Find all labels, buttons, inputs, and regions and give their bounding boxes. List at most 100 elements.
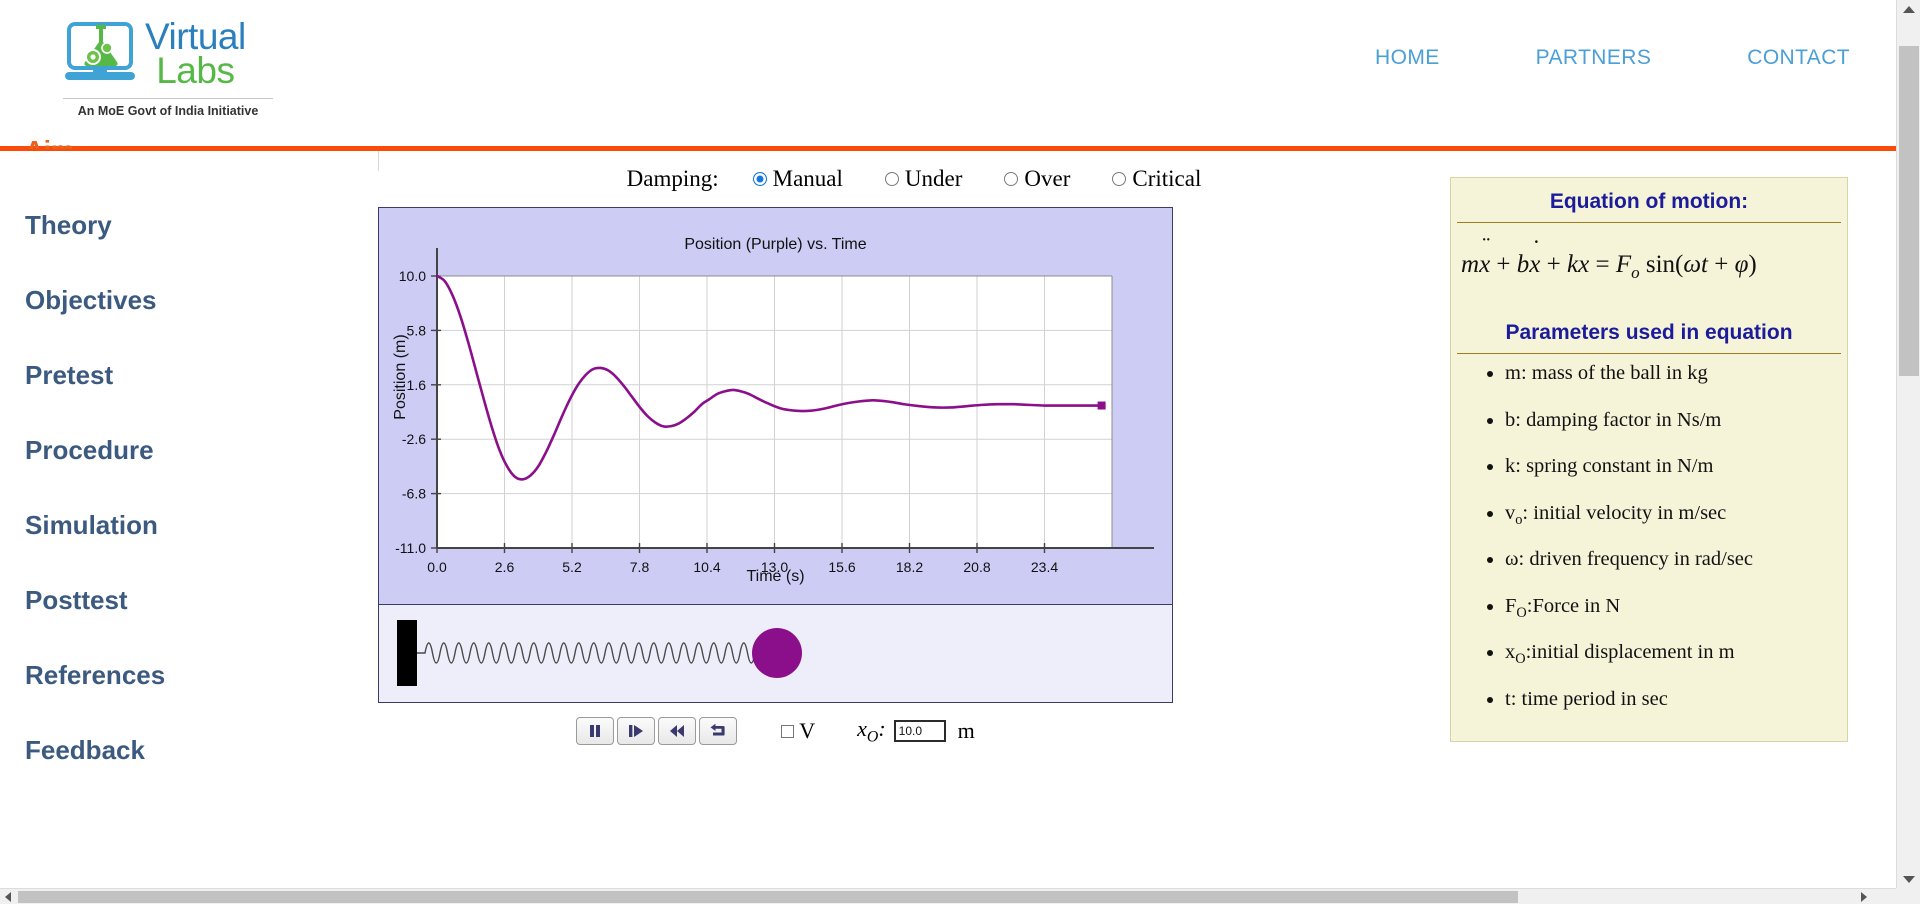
damping-label: Damping: <box>626 166 719 191</box>
svg-text:0.0: 0.0 <box>427 559 447 575</box>
radio-icon-manual[interactable] <box>752 172 767 186</box>
list-item: ω: driven frequency in rad/sec <box>1505 548 1847 575</box>
velocity-checkbox[interactable]: V <box>781 718 815 744</box>
horizontal-scroll-thumb[interactable] <box>18 891 1518 903</box>
scroll-down-button[interactable] <box>1897 870 1920 888</box>
logo-text-virtual: Virtual <box>145 15 246 57</box>
chevron-up-icon <box>1903 5 1915 13</box>
simulation-area: Damping: Manual Under Over Critical Posi… <box>378 151 1450 746</box>
list-item: vo: initial velocity in m/sec <box>1505 502 1847 529</box>
scroll-up-button[interactable] <box>1897 0 1920 18</box>
chevron-left-icon <box>5 892 11 902</box>
logo-text-labs: Labs <box>156 50 235 91</box>
scroll-left-button[interactable] <box>0 889 16 904</box>
svg-text:-11.0: -11.0 <box>395 540 426 556</box>
pause-button[interactable] <box>576 717 615 746</box>
list-item: b: damping factor in Ns/m <box>1505 409 1847 436</box>
plot-canvas: 10.0 5.8 1.6 -2.6 -6.8 -11.00.0 2.6 5.2 7.8 10.4 1… <box>395 248 1154 575</box>
svg-text:10.0: 10.0 <box>399 268 426 284</box>
sidebar-item-objectives[interactable]: Objectives <box>25 287 378 313</box>
svg-text:5.8: 5.8 <box>407 322 427 338</box>
svg-text:10.4: 10.4 <box>693 559 720 575</box>
svg-text:20.8: 20.8 <box>963 559 990 575</box>
svg-text:5.2: 5.2 <box>562 559 582 575</box>
section-sidebar: Aim Theory Objectives Pretest Procedure … <box>0 137 378 812</box>
svg-text:23.4: 23.4 <box>1031 559 1058 575</box>
reset-arrow-icon <box>710 723 725 736</box>
scroll-right-button[interactable] <box>1856 889 1872 904</box>
site-header: Virtual Labs An MoE Govt of India Initia… <box>0 0 1896 148</box>
transport-controls: V xO: m <box>378 716 1173 746</box>
spring-mass-animation <box>378 605 1173 703</box>
radio-icon-over[interactable] <box>1004 172 1019 186</box>
sidebar-item-pretest[interactable]: Pretest <box>25 362 378 388</box>
chevron-right-icon <box>1861 892 1867 902</box>
svg-text:1.6: 1.6 <box>407 377 427 393</box>
nav-link-contact[interactable]: CONTACT <box>1747 46 1850 70</box>
sidebar-item-references[interactable]: References <box>25 662 378 688</box>
flask-laptop-logo-icon <box>63 16 139 92</box>
nav-link-partners[interactable]: PARTNERS <box>1536 46 1652 70</box>
logo-tagline: An MoE Govt of India Initiative <box>63 98 273 118</box>
x0-input[interactable] <box>893 720 946 743</box>
list-item: FO:Force in N <box>1505 595 1847 622</box>
svg-text:18.2: 18.2 <box>896 559 923 575</box>
damping-control-row: Damping: Manual Under Over Critical <box>378 151 1450 207</box>
reset-button[interactable] <box>699 717 738 746</box>
vertical-scrollbar[interactable] <box>1896 0 1920 888</box>
horizontal-scrollbar[interactable] <box>0 888 1896 904</box>
svg-text:2.6: 2.6 <box>495 559 515 575</box>
velocity-checkbox-label: V <box>799 718 816 744</box>
list-item: xO:initial displacement in m <box>1505 641 1847 668</box>
site-logo[interactable]: Virtual Labs An MoE Govt of India Initia… <box>63 16 273 118</box>
info-panel: Equation of motion: mx + bx + kx = Fo si… <box>1450 177 1848 742</box>
list-item: t: time period in sec <box>1505 688 1847 715</box>
damping-option-manual-label: Manual <box>772 166 843 191</box>
damping-option-critical-label: Critical <box>1132 166 1202 191</box>
step-forward-button[interactable] <box>617 717 656 746</box>
nav-link-home[interactable]: HOME <box>1375 46 1440 70</box>
damping-option-over[interactable]: Over <box>1004 166 1070 192</box>
playback-button-group <box>576 717 738 746</box>
scrollbar-corner <box>1896 888 1920 904</box>
list-item: k: spring constant in N/m <box>1505 455 1847 482</box>
sidebar-item-simulation[interactable]: Simulation <box>25 512 378 538</box>
damping-option-under-label: Under <box>904 166 963 191</box>
damping-option-manual[interactable]: Manual <box>752 166 843 192</box>
rewind-icon <box>670 725 685 738</box>
equation-of-motion-formula: mx + bx + kx = Fo sin(ωt + φ) <box>1451 223 1847 309</box>
spring-canvas <box>397 620 802 686</box>
parameters-heading: Parameters used in equation <box>1457 309 1841 354</box>
svg-text:13.0: 13.0 <box>761 559 788 575</box>
pause-icon <box>590 725 601 738</box>
sidebar-item-aim[interactable]: Aim <box>25 137 378 149</box>
svg-text:-6.8: -6.8 <box>402 486 426 502</box>
checkbox-icon-velocity[interactable] <box>781 724 795 738</box>
svg-text:15.6: 15.6 <box>828 559 855 575</box>
position-time-plot: Position (Purple) vs. Time Position (m) … <box>378 207 1173 605</box>
top-navigation: HOME PARTNERS CONTACT <box>1375 46 1850 70</box>
list-item: m: mass of the ball in kg <box>1505 362 1847 389</box>
radio-icon-critical[interactable] <box>1112 172 1127 186</box>
chevron-down-icon <box>1903 875 1915 883</box>
svg-text:7.8: 7.8 <box>630 559 650 575</box>
radio-icon-under[interactable] <box>884 172 899 186</box>
x0-label: xO: <box>857 716 886 746</box>
sidebar-item-theory[interactable]: Theory <box>25 212 378 238</box>
sidebar-item-feedback[interactable]: Feedback <box>25 737 378 763</box>
rewind-button[interactable] <box>658 717 697 746</box>
app-root: Virtual Labs An MoE Govt of India Initia… <box>0 0 1920 904</box>
damping-option-under[interactable]: Under <box>884 166 963 192</box>
initial-displacement-field: xO: m <box>857 716 975 746</box>
damping-option-over-label: Over <box>1024 166 1071 191</box>
vertical-scroll-thumb[interactable] <box>1899 46 1919 376</box>
step-forward-icon <box>629 725 644 738</box>
damping-option-critical[interactable]: Critical <box>1112 166 1201 192</box>
sidebar-item-procedure[interactable]: Procedure <box>25 437 378 463</box>
sidebar-item-posttest[interactable]: Posttest <box>25 587 378 613</box>
equation-of-motion-heading: Equation of motion: <box>1457 178 1841 223</box>
svg-text:-2.6: -2.6 <box>402 431 426 447</box>
parameters-list: m: mass of the ball in kg b: damping fac… <box>1451 362 1847 715</box>
page-viewport: Virtual Labs An MoE Govt of India Initia… <box>0 0 1896 888</box>
x0-unit-label: m <box>957 718 975 744</box>
